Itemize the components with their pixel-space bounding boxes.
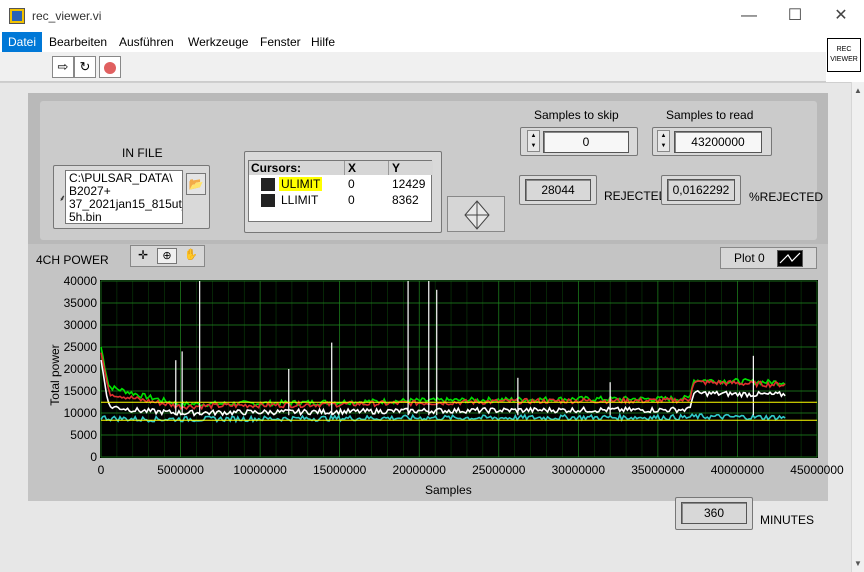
minutes-label: MINUTES bbox=[760, 513, 814, 527]
y-tick-label: 30000 bbox=[64, 318, 98, 332]
y-tick-label: 20000 bbox=[64, 362, 98, 376]
x-tick-label: 40000000 bbox=[711, 463, 765, 477]
x-tick-label: 0 bbox=[98, 463, 105, 477]
y-tick-label: 5000 bbox=[70, 428, 97, 442]
y-tick-label: 35000 bbox=[64, 296, 98, 310]
x-axis-label: Samples bbox=[425, 483, 472, 497]
minutes-value: 360 bbox=[681, 502, 747, 524]
series-line bbox=[100, 359, 786, 417]
series-line bbox=[100, 346, 786, 408]
x-tick-label: 20000000 bbox=[393, 463, 447, 477]
x-tick-label: 35000000 bbox=[631, 463, 685, 477]
x-tick-label: 5000000 bbox=[157, 463, 204, 477]
x-tick-label: 10000000 bbox=[233, 463, 287, 477]
x-tick-label: 25000000 bbox=[472, 463, 526, 477]
y-tick-label: 40000 bbox=[64, 274, 98, 288]
x-tick-label: 15000000 bbox=[313, 463, 367, 477]
y-tick-label: 15000 bbox=[64, 384, 98, 398]
y-tick-label: 10000 bbox=[64, 406, 98, 420]
y-tick-label: 0 bbox=[90, 450, 97, 464]
y-axis-label: Total power bbox=[48, 344, 62, 406]
y-tick-label: 25000 bbox=[64, 340, 98, 354]
x-tick-label: 30000000 bbox=[552, 463, 606, 477]
x-tick-label: 45000000 bbox=[790, 463, 844, 477]
